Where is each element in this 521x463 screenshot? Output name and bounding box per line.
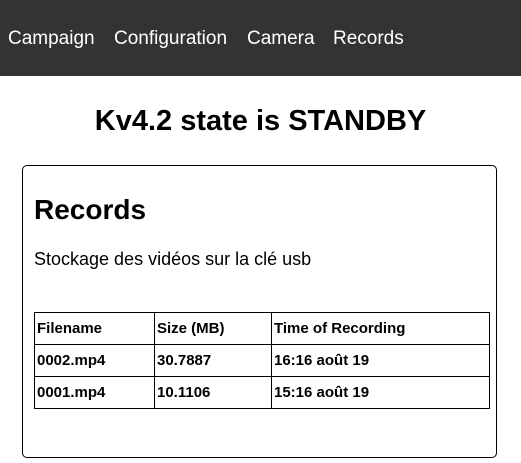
table-row: 0001.mp4 10.1106 15:16 août 19 xyxy=(34,376,490,409)
records-description: Stockage des vidéos sur la clé usb xyxy=(34,249,312,269)
cell-size: 30.7887 xyxy=(154,344,272,377)
table-header-row: Filename Size (MB) Time of Recording xyxy=(34,312,490,345)
column-header-filename: Filename xyxy=(34,312,155,345)
records-table: Filename Size (MB) Time of Recording 000… xyxy=(34,312,490,409)
cell-time: 16:16 août 19 xyxy=(271,344,490,377)
top-navbar: Campaign Configuration Camera Records xyxy=(0,0,521,76)
nav-link-records[interactable]: Records xyxy=(333,28,404,50)
cell-filename: 0001.mp4 xyxy=(34,376,155,409)
column-header-time: Time of Recording xyxy=(271,312,490,345)
column-header-size: Size (MB) xyxy=(154,312,272,345)
cell-size: 10.1106 xyxy=(154,376,272,409)
records-card: Records Stockage des vidéos sur la clé u… xyxy=(22,165,497,458)
state-title: Kv4.2 state is STANDBY xyxy=(94,105,427,137)
nav-link-configuration[interactable]: Configuration xyxy=(114,28,227,50)
records-heading: Records xyxy=(34,194,147,225)
nav-link-campaign[interactable]: Campaign xyxy=(8,28,95,50)
cell-filename: 0002.mp4 xyxy=(34,344,155,377)
nav-link-camera[interactable]: Camera xyxy=(247,28,315,50)
table-row: 0002.mp4 30.7887 16:16 août 19 xyxy=(34,344,490,377)
cell-time: 15:16 août 19 xyxy=(271,376,490,409)
